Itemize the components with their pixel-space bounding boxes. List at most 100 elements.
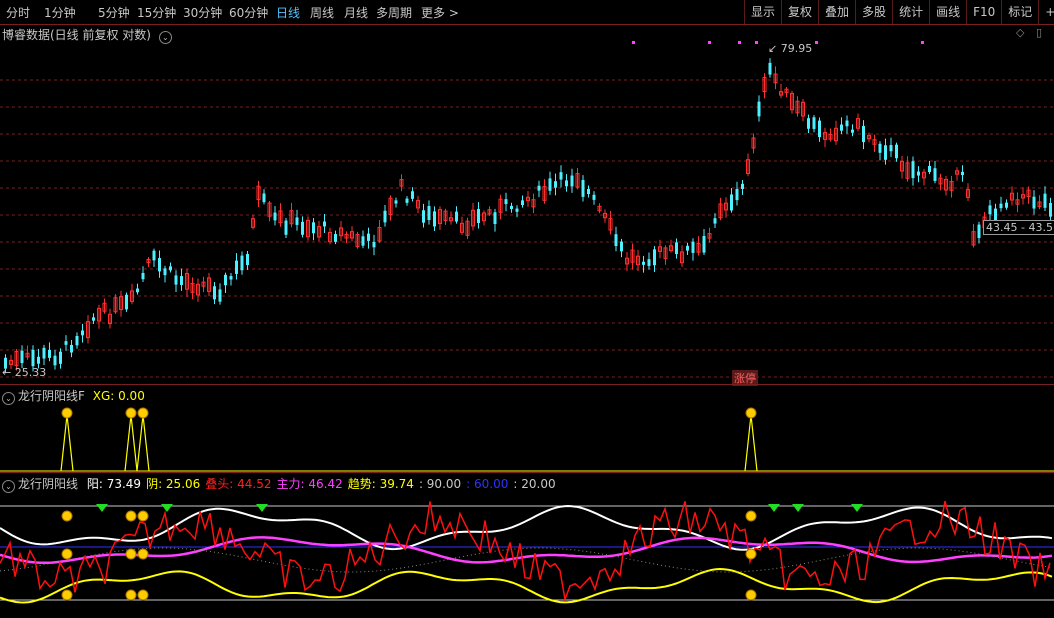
candle-body xyxy=(570,175,574,187)
candle-body xyxy=(840,124,843,131)
candle-body xyxy=(581,179,585,197)
indicator1-chart[interactable] xyxy=(0,385,1054,473)
candle-body xyxy=(48,349,51,358)
gold-coin-icon xyxy=(125,589,137,601)
candle-body xyxy=(75,335,79,346)
candle-body xyxy=(229,276,233,280)
period-weekly[interactable]: 周线 xyxy=(310,4,334,21)
candle-body xyxy=(977,224,981,238)
high-price-value: 79.95 xyxy=(780,42,813,55)
candle-body xyxy=(933,168,937,181)
period-toolbar: 分时 1分钟 5分钟 15分钟 30分钟 60分钟 日线 周线 月线 多周期 更… xyxy=(0,0,1054,25)
candle-body xyxy=(394,200,398,204)
gold-coin-icon xyxy=(745,589,757,601)
candle-body xyxy=(1043,193,1047,208)
candle-body xyxy=(515,208,519,212)
candlestick-chart[interactable] xyxy=(0,24,1054,384)
candle-body xyxy=(851,129,854,133)
candle-body xyxy=(587,188,590,195)
candle-body xyxy=(295,217,299,225)
green-triangle-icon xyxy=(768,504,780,512)
candle-body xyxy=(713,218,717,224)
signal-spike xyxy=(60,414,74,472)
period-daily[interactable]: 日线 xyxy=(276,4,300,21)
candle-body xyxy=(889,145,893,152)
yellow-line xyxy=(0,567,1053,604)
candle-body xyxy=(427,206,431,220)
period-60min[interactable]: 60分钟 xyxy=(229,4,268,21)
candle-body xyxy=(812,117,816,129)
candle-body xyxy=(686,245,689,251)
period-intraday[interactable]: 分时 xyxy=(6,4,30,21)
candle-body xyxy=(1032,196,1036,209)
candle-body xyxy=(334,234,337,242)
gold-coin-icon xyxy=(137,548,149,560)
candle-body xyxy=(757,101,761,117)
candle-body xyxy=(152,250,156,261)
gold-coin-icon xyxy=(125,510,137,522)
candle-body xyxy=(647,259,651,266)
signal-marker xyxy=(755,41,758,44)
candle-body xyxy=(911,161,915,179)
candle-body xyxy=(845,120,849,127)
candle-body xyxy=(301,221,304,235)
candle-body xyxy=(537,185,541,191)
statistics-button[interactable]: 统计 xyxy=(892,0,929,24)
last-price-label: 43.45 - 43.5 xyxy=(983,220,1054,235)
toolbar-actions: 显示 复权 叠加 多股 统计 画线 F10 标记 +自选 xyxy=(744,0,1054,24)
candle-body xyxy=(741,183,744,190)
panel-divider xyxy=(0,472,1054,473)
low-price-value: 25.33 xyxy=(14,366,47,379)
indicator2-chart[interactable] xyxy=(0,488,1054,618)
candle-body xyxy=(521,200,524,206)
gold-coin-icon xyxy=(61,407,73,419)
signal-marker xyxy=(738,41,741,44)
candle-body xyxy=(675,242,678,255)
candle-body xyxy=(961,171,964,176)
candle-body xyxy=(642,261,645,265)
overlay-button[interactable]: 叠加 xyxy=(818,0,855,24)
candle-body xyxy=(224,274,227,286)
candle-body xyxy=(592,194,596,200)
candle-body xyxy=(620,241,623,252)
adjust-button[interactable]: 复权 xyxy=(781,0,818,24)
signal-marker xyxy=(708,41,711,44)
period-more[interactable]: 更多 > xyxy=(421,4,459,21)
candle-body xyxy=(246,254,249,265)
low-price-label: ← 25.33 xyxy=(2,366,47,379)
candle-body xyxy=(70,344,73,353)
candle-body xyxy=(862,125,865,143)
gold-coin-icon xyxy=(61,548,73,560)
candle-body xyxy=(31,349,35,367)
candle-body xyxy=(59,351,62,364)
mark-button[interactable]: 标记 xyxy=(1001,0,1038,24)
candle-body xyxy=(554,181,557,188)
gold-coin-icon xyxy=(137,589,149,601)
period-monthly[interactable]: 月线 xyxy=(344,4,368,21)
period-1min[interactable]: 1分钟 xyxy=(44,4,76,21)
draw-line-button[interactable]: 画线 xyxy=(929,0,966,24)
period-15min[interactable]: 15分钟 xyxy=(137,4,176,21)
period-30min[interactable]: 30分钟 xyxy=(183,4,222,21)
signal-spike xyxy=(124,414,138,472)
add-watchlist-button[interactable]: +自选 xyxy=(1038,0,1054,24)
signal-marker xyxy=(632,41,635,44)
candle-body xyxy=(928,165,931,173)
candle-body xyxy=(64,341,68,345)
period-multi[interactable]: 多周期 xyxy=(376,4,412,21)
candle-body xyxy=(383,210,387,223)
period-5min[interactable]: 5分钟 xyxy=(98,4,130,21)
multi-stock-button[interactable]: 多股 xyxy=(855,0,892,24)
green-triangle-icon xyxy=(792,504,804,512)
candle-body xyxy=(504,199,508,205)
f10-button[interactable]: F10 xyxy=(966,0,1001,24)
display-button[interactable]: 显示 xyxy=(744,0,781,24)
candle-body xyxy=(884,145,887,160)
candle-body xyxy=(213,286,216,300)
gold-coin-icon xyxy=(745,548,757,560)
candle-body xyxy=(411,191,414,199)
candle-body xyxy=(42,347,46,359)
candle-body xyxy=(312,222,315,234)
candle-body xyxy=(818,120,821,138)
candle-body xyxy=(565,180,568,187)
